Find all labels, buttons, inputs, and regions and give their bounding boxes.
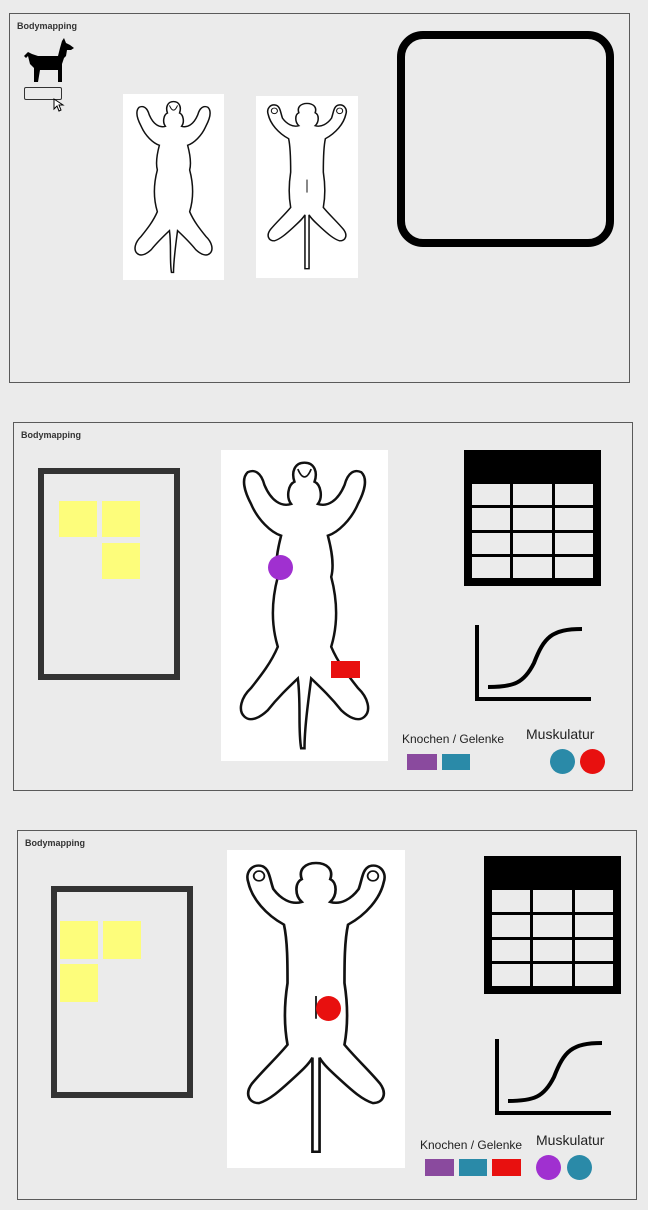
sticky-note[interactable] [60, 964, 98, 1002]
legend-muscles-label: Muskulatur [536, 1132, 605, 1148]
legend-dot-red[interactable] [580, 749, 605, 774]
legend-bones-label: Knochen / Gelenke [402, 732, 505, 746]
artboard-frame-3: Bodymapping Knochen / Gelenke Muskulatur [17, 830, 637, 1200]
sigmoid-chart-icon [474, 623, 594, 703]
sigmoid-chart-icon [494, 1037, 614, 1117]
legend-bones-label: Knochen / Gelenke [420, 1138, 523, 1152]
dog-body-back-sheet[interactable] [221, 450, 388, 761]
frame-title: Bodymapping [21, 430, 81, 440]
frame-title: Bodymapping [17, 21, 77, 31]
legend-dot-teal[interactable] [567, 1155, 592, 1180]
artboard-frame-2: Bodymapping Knochen / Gelenke Muskulatur [13, 422, 633, 791]
dog-body-front-sheet[interactable] [256, 96, 358, 278]
sticky-note[interactable] [60, 921, 98, 959]
table-icon [484, 856, 621, 994]
table-icon [464, 450, 601, 586]
cursor-icon [53, 98, 65, 112]
frame-title: Bodymapping [25, 838, 85, 848]
sticky-note[interactable] [103, 921, 141, 959]
legend-swatch-red[interactable] [492, 1159, 521, 1176]
dog-icon [22, 38, 74, 86]
sticky-note[interactable] [102, 501, 140, 537]
legend-dot-violet[interactable] [536, 1155, 561, 1180]
sticky-note[interactable] [59, 501, 97, 537]
artboard-frame-1: Bodymapping [9, 13, 630, 383]
legend-muscles-label: Muskulatur [526, 726, 595, 742]
marker-dot[interactable] [268, 555, 293, 580]
empty-frame-placeholder[interactable] [397, 31, 614, 247]
legend-swatch-teal[interactable] [459, 1159, 487, 1176]
legend-dot-teal[interactable] [550, 749, 575, 774]
legend-swatch-teal[interactable] [442, 754, 470, 770]
legend-swatch-purple[interactable] [407, 754, 437, 770]
marker-dot[interactable] [316, 996, 341, 1021]
legend-swatch-purple[interactable] [425, 1159, 454, 1176]
dog-body-back-sheet[interactable] [123, 94, 224, 280]
sticky-note[interactable] [102, 543, 140, 579]
marker-rect[interactable] [331, 661, 360, 678]
